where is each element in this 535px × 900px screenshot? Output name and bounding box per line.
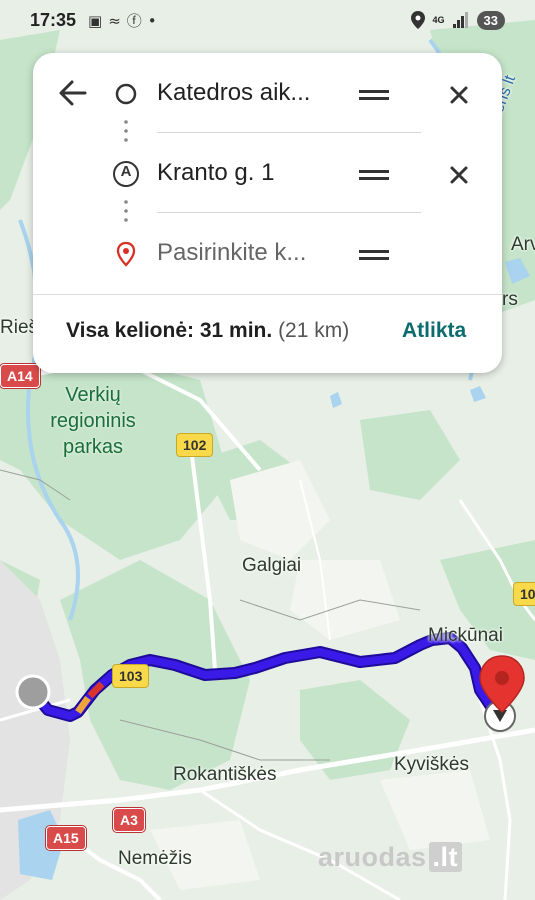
trip-summary: Visa kelionė: 31 min. (21 km) <box>66 319 349 343</box>
road-shield-10x: 10 <box>513 582 535 606</box>
map-label-nemezis: Nemėžis <box>118 848 192 869</box>
origin-circle-icon <box>115 83 137 105</box>
drag-handle-icon[interactable] <box>359 89 389 101</box>
road-shield-103: 103 <box>112 664 150 688</box>
destination-pin-outline-icon <box>116 241 136 267</box>
park-label-line3: parkas <box>62 436 124 458</box>
facebook-icon: ⓕ <box>126 12 148 30</box>
destination-input[interactable]: Pasirinkite k... <box>157 239 337 267</box>
origin-row: Katedros aik... <box>33 65 502 125</box>
park-label-line2: regioninis <box>50 410 136 432</box>
watermark-main: aruodas <box>318 842 427 872</box>
signal-wave-icon: ≈ <box>108 12 127 30</box>
directions-card: Katedros aik... A Kranto g. 1 Pasirinkit… <box>33 53 502 373</box>
waypoint-underline <box>157 212 421 213</box>
drag-handle-icon[interactable] <box>359 249 389 261</box>
status-left-icons: ▣≈ⓕ• <box>88 10 163 31</box>
connector-dots <box>124 200 128 222</box>
park-label-line1: Verkių <box>65 384 121 406</box>
remove-origin-icon[interactable] <box>447 83 471 107</box>
start-point-marker[interactable] <box>15 674 51 710</box>
road-shield-a14: A14 <box>0 364 40 388</box>
road-shield-a3: A3 <box>113 808 145 832</box>
map-label-rokantiskes: Rokantiškės <box>173 764 277 785</box>
trip-distance: (21 km) <box>278 319 350 342</box>
park-label-verkiu: Verkių regioninis parkas <box>38 382 148 460</box>
map-label-rs: rs <box>502 289 518 310</box>
cell-signal-icon <box>452 12 468 28</box>
trip-duration: Visa kelionė: 31 min. <box>66 319 273 342</box>
network-type: 4G <box>432 14 445 25</box>
road-shield-a15: A15 <box>46 826 86 850</box>
battery-indicator: 33 <box>476 10 505 30</box>
destination-row: Pasirinkite k... <box>33 225 502 285</box>
dot-icon: • <box>147 12 163 30</box>
waypoint-row: A Kranto g. 1 <box>33 145 502 205</box>
waypoint-input[interactable]: Kranto g. 1 <box>157 159 337 187</box>
done-button[interactable]: Atlikta <box>402 319 466 343</box>
waypoint-marker-letter: A <box>120 163 132 180</box>
remove-waypoint-icon[interactable] <box>447 163 471 187</box>
drag-handle-icon[interactable] <box>359 169 389 181</box>
map-label-arv: Arv <box>511 234 535 255</box>
status-time: 17:35 <box>30 10 77 30</box>
road-shield-102: 102 <box>176 433 214 457</box>
location-icon <box>410 11 425 29</box>
watermark: aruodas .lt <box>318 842 463 873</box>
watermark-suffix: .lt <box>428 842 463 872</box>
connector-dots <box>124 120 128 142</box>
origin-underline <box>157 132 421 133</box>
card-divider <box>33 294 502 295</box>
status-bar: 17:35 ▣≈ⓕ• 4G 33 <box>0 0 535 42</box>
map-label-galgiai: Galgiai <box>242 555 302 576</box>
status-right-icons: 4G 33 <box>410 8 505 32</box>
screenshot-icon: ▣ <box>88 12 109 30</box>
origin-input[interactable]: Katedros aik... <box>157 79 337 107</box>
map-label-mickunai: Mickūnai <box>428 625 503 646</box>
map-label-kyviskes: Kyviškės <box>394 754 469 775</box>
